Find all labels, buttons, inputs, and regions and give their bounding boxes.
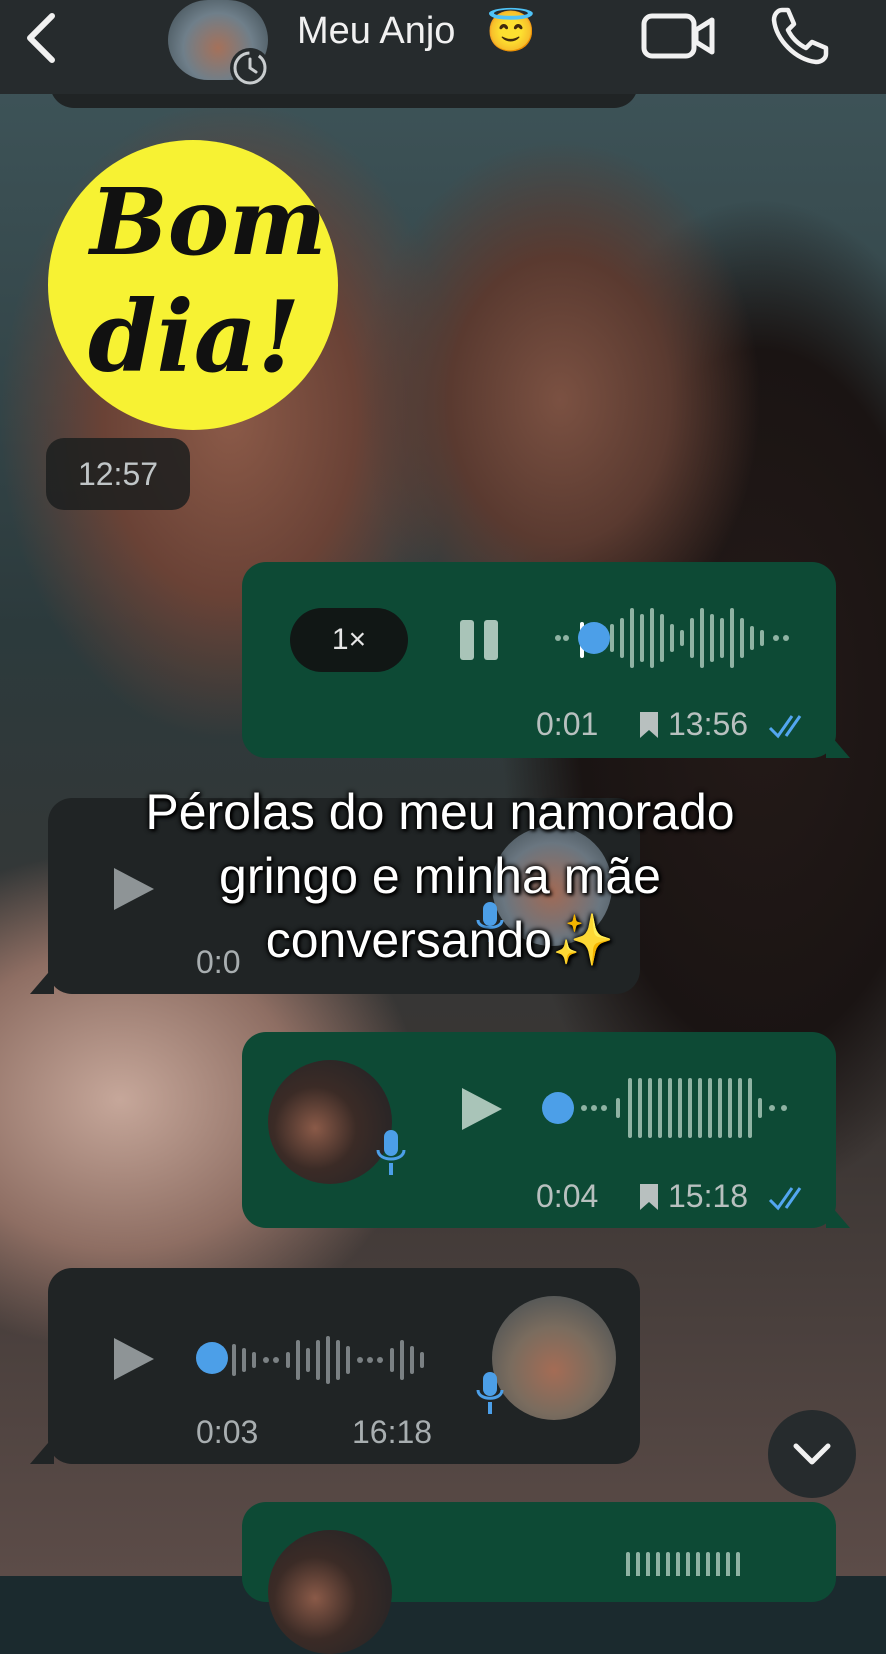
contact-emoji: 😇 bbox=[486, 10, 536, 54]
audio-waveform bbox=[626, 1552, 740, 1576]
playback-speed-button[interactable]: 1× bbox=[290, 608, 408, 672]
contact-name[interactable]: Meu Anjo bbox=[297, 10, 455, 53]
bubble-tail bbox=[30, 1436, 54, 1464]
double-check-read-icon bbox=[768, 1187, 802, 1211]
sticker-line-2: dia! bbox=[88, 280, 301, 395]
audio-waveform[interactable] bbox=[230, 1322, 440, 1398]
message-time: 12:57 bbox=[77, 456, 159, 492]
scroll-to-bottom-button[interactable] bbox=[768, 1410, 856, 1498]
microphone-icon bbox=[376, 1130, 406, 1175]
phone-icon[interactable] bbox=[768, 4, 832, 68]
voice-duration: 0:04 bbox=[536, 1178, 599, 1214]
chevron-left-icon[interactable] bbox=[14, 6, 74, 66]
play-icon[interactable] bbox=[110, 1334, 158, 1384]
message-time-pill: 12:57 bbox=[46, 438, 190, 510]
sender-avatar bbox=[492, 1296, 616, 1420]
message-time: 15:18 bbox=[668, 1178, 749, 1214]
audio-progress-handle[interactable] bbox=[196, 1342, 228, 1374]
bubble-tail bbox=[826, 730, 850, 758]
bookmark-icon bbox=[640, 712, 658, 738]
caption-line-3-text: conversando bbox=[265, 912, 553, 968]
caption-line-1: Pérolas do meu namorado bbox=[145, 784, 735, 840]
double-check-read-icon bbox=[768, 715, 802, 739]
sender-avatar bbox=[268, 1530, 392, 1654]
video-camera-icon[interactable] bbox=[640, 8, 718, 64]
sparkles-emoji: ✨ bbox=[552, 912, 615, 968]
sticker-line-1: Bom bbox=[90, 168, 327, 276]
audio-progress-handle[interactable] bbox=[542, 1092, 574, 1124]
disappearing-timer-icon bbox=[230, 48, 270, 88]
play-icon[interactable] bbox=[458, 1084, 506, 1134]
voice-duration: 0:01 bbox=[536, 706, 599, 742]
caption-line-3: conversando✨ bbox=[40, 908, 840, 972]
video-caption-overlay: Pérolas do meu namorado gringo e minha m… bbox=[40, 780, 840, 972]
chevron-down-icon bbox=[793, 1443, 831, 1465]
message-time: 13:56 bbox=[668, 706, 749, 742]
bom-dia-sticker[interactable]: Bom dia! bbox=[48, 140, 338, 430]
message-time: 16:18 bbox=[352, 1414, 433, 1450]
microphone-icon bbox=[476, 1372, 504, 1414]
bubble-tail bbox=[826, 1200, 850, 1228]
chat-header: Meu Anjo 😇 bbox=[0, 0, 886, 94]
audio-progress-handle[interactable] bbox=[578, 622, 610, 654]
bookmark-icon bbox=[640, 1184, 658, 1210]
audio-waveform[interactable] bbox=[578, 1070, 798, 1146]
voice-duration: 0:03 bbox=[196, 1414, 259, 1450]
caption-line-2: gringo e minha mãe bbox=[219, 848, 661, 904]
pause-icon[interactable] bbox=[456, 616, 504, 664]
